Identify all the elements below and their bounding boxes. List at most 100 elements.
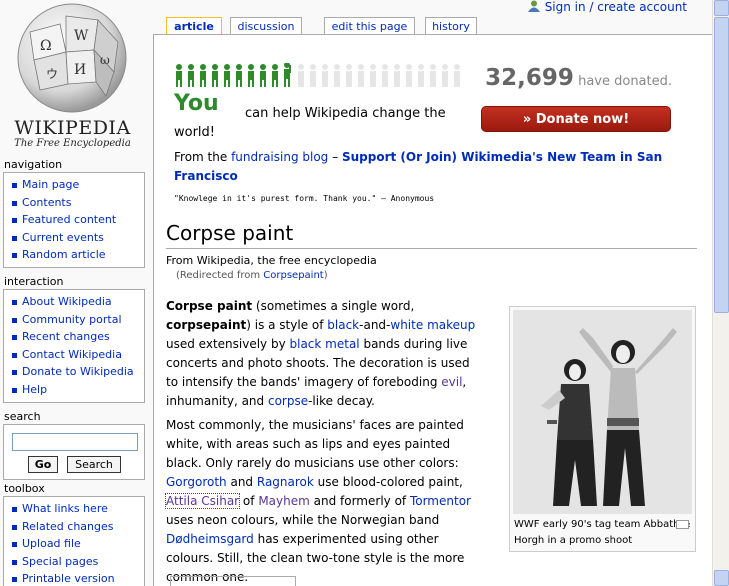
toolbox-link-printable-version[interactable]: Printable version bbox=[22, 572, 115, 585]
svg-text:И: И bbox=[74, 62, 86, 78]
toolbox-heading: toolbox bbox=[4, 482, 45, 495]
interaction-portlet: interaction About Wikipedia Community po… bbox=[0, 275, 150, 403]
toolbox-link-special-pages[interactable]: Special pages bbox=[22, 555, 98, 568]
navigation-body: Main page Contents Featured content Curr… bbox=[3, 172, 145, 268]
interaction-item-donate[interactable]: Donate to Wikipedia bbox=[4, 363, 144, 381]
interaction-link-community-portal[interactable]: Community portal bbox=[22, 313, 122, 326]
search-portlet: search Go Search bbox=[0, 410, 150, 480]
interaction-item-contact[interactable]: Contact Wikipedia bbox=[4, 346, 144, 364]
term-corpsepaint: corpsepaint bbox=[166, 318, 247, 332]
interaction-item-about[interactable]: About Wikipedia bbox=[4, 293, 144, 311]
logo-tagline: The Free Encyclopedia bbox=[14, 138, 131, 149]
magnify-icon[interactable] bbox=[676, 520, 689, 529]
fundraising-blog-link[interactable]: fundraising blog bbox=[231, 150, 328, 164]
link-black[interactable]: black bbox=[327, 318, 359, 332]
donation-counter: 32,699 have donated. bbox=[485, 65, 672, 91]
text: uses neon colours, while the Norwegian b… bbox=[166, 513, 440, 527]
interaction-link-donate[interactable]: Donate to Wikipedia bbox=[22, 365, 134, 378]
thumbnail-caption: WWF early 90's tag team Abbath & Horgh i… bbox=[514, 519, 691, 546]
link-dodheimsgard[interactable]: Dødheimsgard bbox=[166, 532, 254, 546]
toolbox-item-printable-version[interactable]: Printable version bbox=[4, 570, 144, 586]
link-white[interactable]: white bbox=[390, 318, 423, 332]
interaction-item-recent-changes[interactable]: Recent changes bbox=[4, 328, 144, 346]
link-evil[interactable]: evil bbox=[441, 375, 462, 389]
tab-discussion[interactable]: discussion bbox=[230, 17, 302, 35]
scroll-up-arrow[interactable] bbox=[714, 0, 729, 16]
nav-item-current-events[interactable]: Current events bbox=[4, 229, 144, 247]
link-makeup[interactable]: makeup bbox=[427, 318, 475, 332]
toc-box bbox=[170, 576, 296, 586]
link-attila-csihar[interactable]: Attila Csihar bbox=[164, 493, 241, 509]
donated-suffix: have donated. bbox=[578, 74, 672, 89]
vertical-scrollbar[interactable] bbox=[712, 0, 729, 586]
content-area: You can help Wikipedia change the world!… bbox=[153, 34, 713, 586]
toolbox-item-upload-file[interactable]: Upload file bbox=[4, 535, 144, 553]
logo-wordmark: WIKIPEDIA bbox=[14, 117, 131, 139]
text: -and- bbox=[359, 318, 391, 332]
term-corpse-paint: Corpse paint bbox=[166, 299, 253, 313]
nav-link-main-page[interactable]: Main page bbox=[22, 178, 79, 191]
toolbox-portlet: toolbox What links here Related changes … bbox=[0, 482, 150, 586]
scroll-down-arrow[interactable] bbox=[714, 570, 729, 586]
toolbox-item-related-changes[interactable]: Related changes bbox=[4, 518, 144, 536]
site-sub: From Wikipedia, the free encyclopedia bbox=[166, 254, 377, 267]
interaction-link-help[interactable]: Help bbox=[22, 383, 47, 396]
toolbox-link-upload-file[interactable]: Upload file bbox=[22, 537, 81, 550]
svg-text:W: W bbox=[74, 28, 89, 44]
text: -like decay. bbox=[308, 394, 375, 408]
thumbnail-image[interactable] bbox=[513, 310, 692, 514]
redirected-from: (Redirected from Corpsepaint) bbox=[176, 270, 328, 281]
tab-history[interactable]: history bbox=[425, 17, 477, 35]
link-mayhem[interactable]: Mayhem bbox=[258, 494, 310, 508]
nav-item-main-page[interactable]: Main page bbox=[4, 176, 144, 194]
wikipedia-logo[interactable]: Ω W И ウ ω WIKIPEDIA The Free Encyclopedi… bbox=[0, 0, 150, 155]
toolbox-body: What links here Related changes Upload f… bbox=[3, 496, 145, 586]
navigation-heading: navigation bbox=[4, 158, 63, 171]
link-ragnarok[interactable]: Ragnarok bbox=[257, 475, 314, 489]
text: and formerly of bbox=[309, 494, 410, 508]
redirected-prefix: (Redirected from bbox=[176, 270, 261, 281]
interaction-item-help[interactable]: Help bbox=[4, 381, 144, 399]
nav-link-current-events[interactable]: Current events bbox=[22, 231, 104, 244]
nav-item-featured-content[interactable]: Featured content bbox=[4, 211, 144, 229]
text: use blood-colored paint, bbox=[313, 475, 463, 489]
search-button[interactable]: Search bbox=[67, 456, 121, 473]
text: used extensively by bbox=[166, 337, 290, 351]
interaction-body: About Wikipedia Community portal Recent … bbox=[3, 289, 145, 403]
fundraising-blog-line: From the fundraising blog – Support (Or … bbox=[174, 148, 674, 186]
nav-link-featured-content[interactable]: Featured content bbox=[22, 213, 116, 226]
link-tormentor[interactable]: Tormentor bbox=[410, 494, 471, 508]
sign-in-link[interactable]: Sign in / create account bbox=[545, 0, 687, 14]
go-button[interactable]: Go bbox=[28, 456, 58, 473]
help-text: can help Wikipedia change the world! bbox=[174, 106, 446, 140]
redirected-link[interactable]: Corpsepaint bbox=[263, 270, 323, 281]
interaction-link-contact[interactable]: Contact Wikipedia bbox=[22, 348, 122, 361]
interaction-link-about[interactable]: About Wikipedia bbox=[22, 295, 112, 308]
tab-article[interactable]: article bbox=[166, 17, 222, 35]
nav-link-contents[interactable]: Contents bbox=[22, 196, 71, 209]
navigation-portlet: navigation Main page Contents Featured c… bbox=[0, 158, 150, 268]
tab-history-label: history bbox=[432, 20, 470, 33]
tab-edit[interactable]: edit this page bbox=[324, 17, 415, 35]
text: and bbox=[226, 475, 257, 489]
toolbox-item-what-links-here[interactable]: What links here bbox=[4, 500, 144, 518]
scrollbar-thumb[interactable] bbox=[714, 17, 729, 313]
link-black-metal[interactable]: black metal bbox=[290, 337, 360, 351]
nav-item-random-article[interactable]: Random article bbox=[4, 246, 144, 264]
interaction-link-recent-changes[interactable]: Recent changes bbox=[22, 330, 110, 343]
link-gorgoroth[interactable]: Gorgoroth bbox=[166, 475, 227, 489]
personal-tools: Sign in / create account bbox=[527, 0, 687, 14]
interaction-item-community-portal[interactable]: Community portal bbox=[4, 311, 144, 329]
svg-text:Ω: Ω bbox=[40, 38, 52, 54]
toolbox-link-related-changes[interactable]: Related changes bbox=[22, 520, 114, 533]
donate-now-button[interactable]: » Donate now! bbox=[481, 106, 671, 132]
search-heading: search bbox=[4, 410, 41, 423]
nav-link-random-article[interactable]: Random article bbox=[22, 248, 106, 261]
nav-item-contents[interactable]: Contents bbox=[4, 194, 144, 212]
link-corpse[interactable]: corpse bbox=[268, 394, 308, 408]
toolbox-link-what-links-here[interactable]: What links here bbox=[22, 502, 108, 515]
band-photo-image bbox=[513, 310, 692, 514]
paragraph-2: Most commonly, the musicians' faces are … bbox=[164, 416, 484, 586]
search-input[interactable] bbox=[12, 433, 138, 451]
toolbox-item-special-pages[interactable]: Special pages bbox=[4, 553, 144, 571]
